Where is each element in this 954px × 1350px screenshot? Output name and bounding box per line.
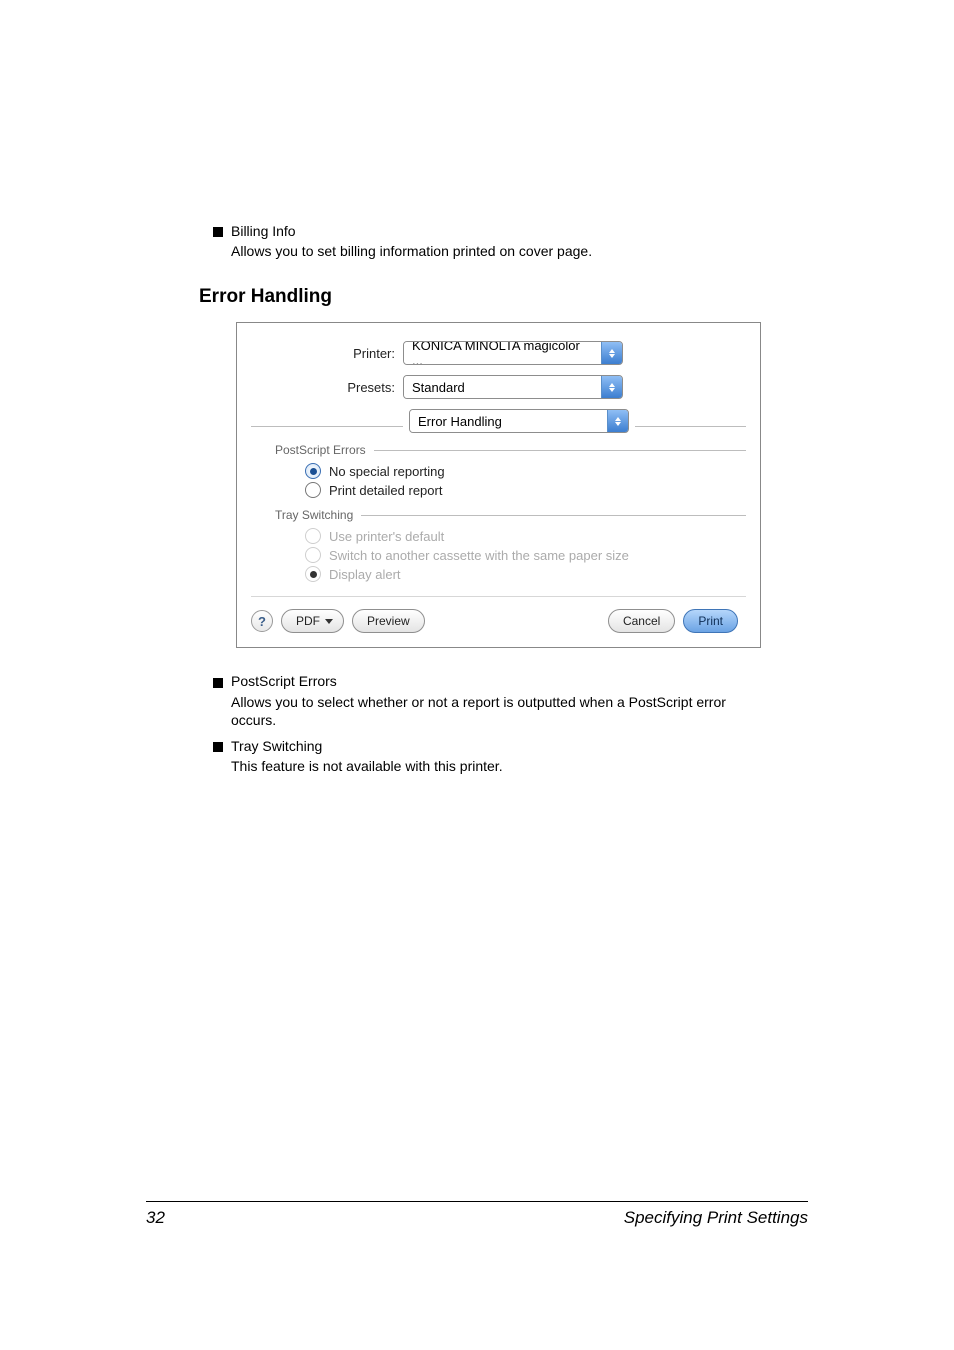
bullet-square xyxy=(213,227,223,237)
radio-icon xyxy=(305,547,321,563)
group-tray-label: Tray Switching xyxy=(275,508,361,522)
radio-icon xyxy=(305,528,321,544)
billing-desc: Allows you to set billing information pr… xyxy=(231,242,760,260)
radio-use-printer-default: Use printer's default xyxy=(305,528,746,544)
pane-select[interactable]: Error Handling xyxy=(409,409,629,433)
radio-no-special-reporting[interactable]: No special reporting xyxy=(305,463,746,479)
chevron-down-icon xyxy=(325,619,333,624)
bullet-square xyxy=(213,678,223,688)
footer-section: Specifying Print Settings xyxy=(624,1208,808,1228)
radio-switch-cassette: Switch to another cassette with the same… xyxy=(305,547,746,563)
pane-value: Error Handling xyxy=(410,410,607,432)
chevron-updown-icon xyxy=(607,410,628,432)
print-button[interactable]: Print xyxy=(683,609,738,633)
pdf-menu-button[interactable]: PDF xyxy=(281,609,344,633)
tray-title: Tray Switching xyxy=(231,738,322,754)
radio-icon xyxy=(305,482,321,498)
printer-label: Printer: xyxy=(251,346,403,361)
presets-label: Presets: xyxy=(251,380,403,395)
bullet-square xyxy=(213,742,223,752)
printer-value: KONICA MINOLTA magicolor ... xyxy=(404,342,601,364)
tray-desc: This feature is not available with this … xyxy=(231,757,760,775)
cancel-button[interactable]: Cancel xyxy=(608,609,675,633)
tray-switching-block: Tray Switching This feature is not avail… xyxy=(213,737,760,775)
help-button[interactable]: ? xyxy=(251,610,273,632)
billing-info-block: Billing Info Allows you to set billing i… xyxy=(213,222,760,260)
print-dialog: Printer: KONICA MINOLTA magicolor ... Pr… xyxy=(236,322,761,648)
postscript-errors-block: PostScript Errors Allows you to select w… xyxy=(213,672,760,729)
section-heading: Error Handling xyxy=(199,286,760,308)
postscript-title: PostScript Errors xyxy=(231,673,337,689)
page-number: 32 xyxy=(146,1208,165,1228)
chevron-updown-icon xyxy=(601,376,622,398)
group-postscript-label: PostScript Errors xyxy=(275,443,374,457)
postscript-desc: Allows you to select whether or not a re… xyxy=(231,693,760,729)
chevron-updown-icon xyxy=(601,342,622,364)
radio-icon xyxy=(305,566,321,582)
presets-value: Standard xyxy=(404,376,601,398)
billing-title: Billing Info xyxy=(231,223,296,239)
radio-icon xyxy=(305,463,321,479)
preview-button[interactable]: Preview xyxy=(352,609,425,633)
page-footer: 32 Specifying Print Settings xyxy=(146,1201,808,1228)
radio-print-detailed-report[interactable]: Print detailed report xyxy=(305,482,746,498)
printer-select[interactable]: KONICA MINOLTA magicolor ... xyxy=(403,341,623,365)
radio-display-alert: Display alert xyxy=(305,566,746,582)
presets-select[interactable]: Standard xyxy=(403,375,623,399)
